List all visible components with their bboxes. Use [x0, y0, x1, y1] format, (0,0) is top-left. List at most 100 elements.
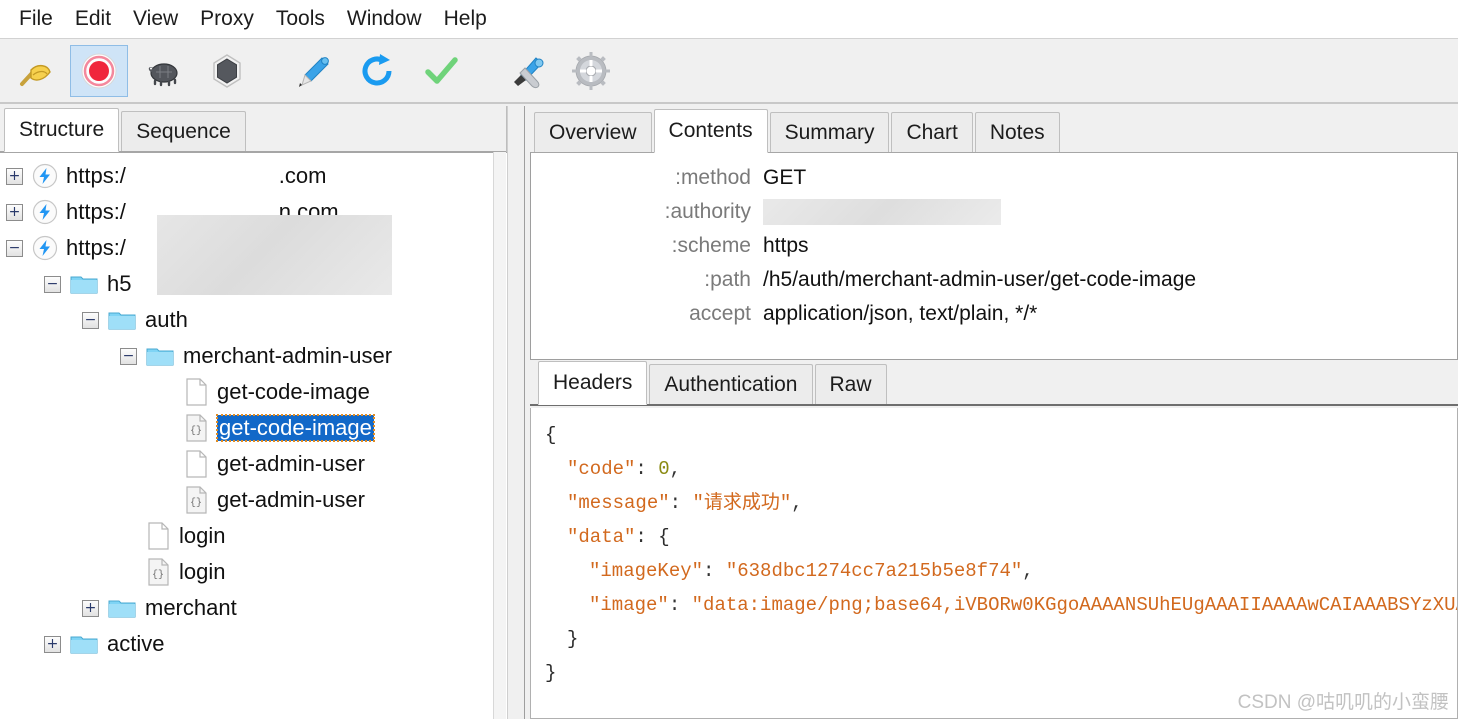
json-file-icon: {} [184, 414, 208, 442]
compose-button[interactable] [284, 45, 342, 97]
turtle-icon [142, 50, 184, 92]
panel-splitter[interactable] [507, 106, 525, 719]
tree-row-label: merchant-admin-user [183, 343, 393, 368]
subtab-headers-label: Headers [553, 371, 633, 394]
tree-row[interactable]: + active [0, 626, 507, 662]
header-row: :method GET [531, 161, 1457, 195]
menu-item-proxy[interactable]: Proxy [189, 4, 265, 34]
expand-toggle-icon[interactable]: + [6, 167, 23, 185]
subtab-raw[interactable]: Raw [814, 364, 887, 404]
collapse-toggle-icon[interactable]: − [44, 275, 61, 293]
header-value: application/json, text/plain, */* [763, 302, 1038, 325]
json-token: "请求成功" [692, 492, 792, 514]
redaction-overlay-hosts [157, 215, 392, 295]
gear-icon [570, 50, 612, 92]
left-vertical-scrollbar[interactable] [493, 152, 506, 719]
breakpoints-button[interactable] [198, 45, 256, 97]
tab-structure-label: Structure [19, 118, 105, 141]
clear-session-button[interactable] [6, 45, 64, 97]
json-token: "code" [567, 458, 636, 480]
tab-overview[interactable]: Overview [534, 112, 652, 152]
tree-row-label: get-code-image [216, 414, 375, 442]
tab-summary-label: Summary [784, 120, 875, 144]
tree-row[interactable]: get-admin-user [0, 446, 507, 482]
tree-row[interactable]: {} get-admin-user [0, 482, 507, 518]
tree-row-label: h5 [107, 271, 132, 296]
header-name: :method [675, 166, 751, 189]
toolbar [0, 38, 1458, 104]
hexagon-stop-icon [206, 50, 248, 92]
collapse-toggle-icon[interactable]: − [120, 347, 137, 365]
menu-item-help[interactable]: Help [433, 4, 498, 34]
throttle-button[interactable] [134, 45, 192, 97]
header-row: accept application/json, text/plain, */* [531, 297, 1457, 331]
json-line: { [545, 418, 1457, 452]
validate-button[interactable] [412, 45, 470, 97]
tree-row-label: https:/ .com [66, 163, 327, 188]
expand-toggle-icon[interactable]: + [6, 203, 23, 221]
json-line: "imageKey": "638dbc1274cc7a215b5e8f74", [545, 554, 1457, 588]
charles-proxy-window: File Edit View Proxy Tools Window Help S… [0, 0, 1458, 719]
menu-item-view[interactable]: View [122, 4, 189, 34]
json-line: "message": "请求成功", [545, 486, 1457, 520]
svg-text:{}: {} [152, 569, 164, 581]
json-token: 0 [658, 458, 670, 480]
expand-toggle-icon[interactable]: + [44, 635, 61, 653]
json-token: "message" [567, 492, 670, 514]
collapse-toggle-icon[interactable]: − [82, 311, 99, 329]
tree-row-label: get-admin-user [217, 487, 365, 512]
json-file-icon: {} [146, 558, 170, 586]
tree-row-label: login [179, 523, 226, 548]
menu-item-tools[interactable]: Tools [265, 4, 336, 34]
tab-chart[interactable]: Chart [891, 112, 973, 152]
record-button[interactable] [70, 44, 128, 97]
tab-sequence[interactable]: Sequence [121, 111, 246, 151]
tab-contents[interactable]: Contents [653, 109, 768, 153]
repeat-button[interactable] [348, 45, 406, 97]
folder-icon [146, 344, 174, 368]
tree-row[interactable]: {} login [0, 554, 507, 590]
tools-button[interactable] [498, 45, 556, 97]
svg-text:{}: {} [190, 497, 202, 509]
tab-summary[interactable]: Summary [769, 112, 890, 152]
expand-toggle-icon[interactable]: + [82, 599, 99, 617]
tree-row[interactable]: get-code-image [0, 374, 507, 410]
json-token: , [1022, 560, 1034, 582]
green-check-icon [420, 50, 462, 92]
tree-row[interactable]: + https:/ .com [0, 158, 507, 194]
header-value: .com [763, 195, 1457, 229]
tab-notes-label: Notes [989, 120, 1045, 144]
session-tree[interactable]: +https:/ .com+https:/ n.com−https:/ .com… [0, 152, 507, 719]
pen-icon [292, 50, 334, 92]
subtab-authentication-label: Authentication [664, 372, 798, 396]
collapse-toggle-icon[interactable]: − [6, 239, 23, 257]
menu-item-file[interactable]: File [8, 4, 64, 34]
subtab-raw-label: Raw [829, 372, 872, 396]
right-tab-strip: Overview Contents Summary Chart Notes [526, 106, 1458, 153]
tree-row[interactable]: login [0, 518, 507, 554]
json-token: { [545, 424, 557, 446]
tree-row-label: auth [145, 307, 188, 332]
tab-contents-label: Contents [668, 119, 753, 142]
settings-button[interactable] [562, 45, 620, 97]
json-token: , [669, 458, 682, 480]
header-value: /h5/auth/merchant-admin-user/get-code-im… [763, 268, 1197, 291]
menu-item-edit[interactable]: Edit [64, 4, 122, 34]
header-name: accept [689, 302, 751, 325]
menu-item-window[interactable]: Window [336, 4, 433, 34]
tree-row[interactable]: {} get-code-image [0, 410, 507, 446]
json-file-icon: {} [184, 486, 208, 514]
json-line: } [545, 622, 1457, 656]
tree-row[interactable]: − auth [0, 302, 507, 338]
response-body-panel[interactable]: {"code": 0, "message": "请求成功", "data": {"i… [530, 408, 1458, 719]
tab-overview-label: Overview [549, 120, 637, 144]
tree-row[interactable]: + merchant [0, 590, 507, 626]
left-tab-strip: Structure Sequence [0, 106, 506, 152]
header-value: GET [763, 166, 807, 189]
tab-structure[interactable]: Structure [4, 108, 120, 152]
subtab-authentication[interactable]: Authentication [649, 364, 813, 404]
tab-notes[interactable]: Notes [974, 112, 1060, 152]
tree-row[interactable]: − merchant-admin-user [0, 338, 507, 374]
subtab-headers[interactable]: Headers [538, 361, 648, 405]
lightning-icon [32, 235, 58, 261]
